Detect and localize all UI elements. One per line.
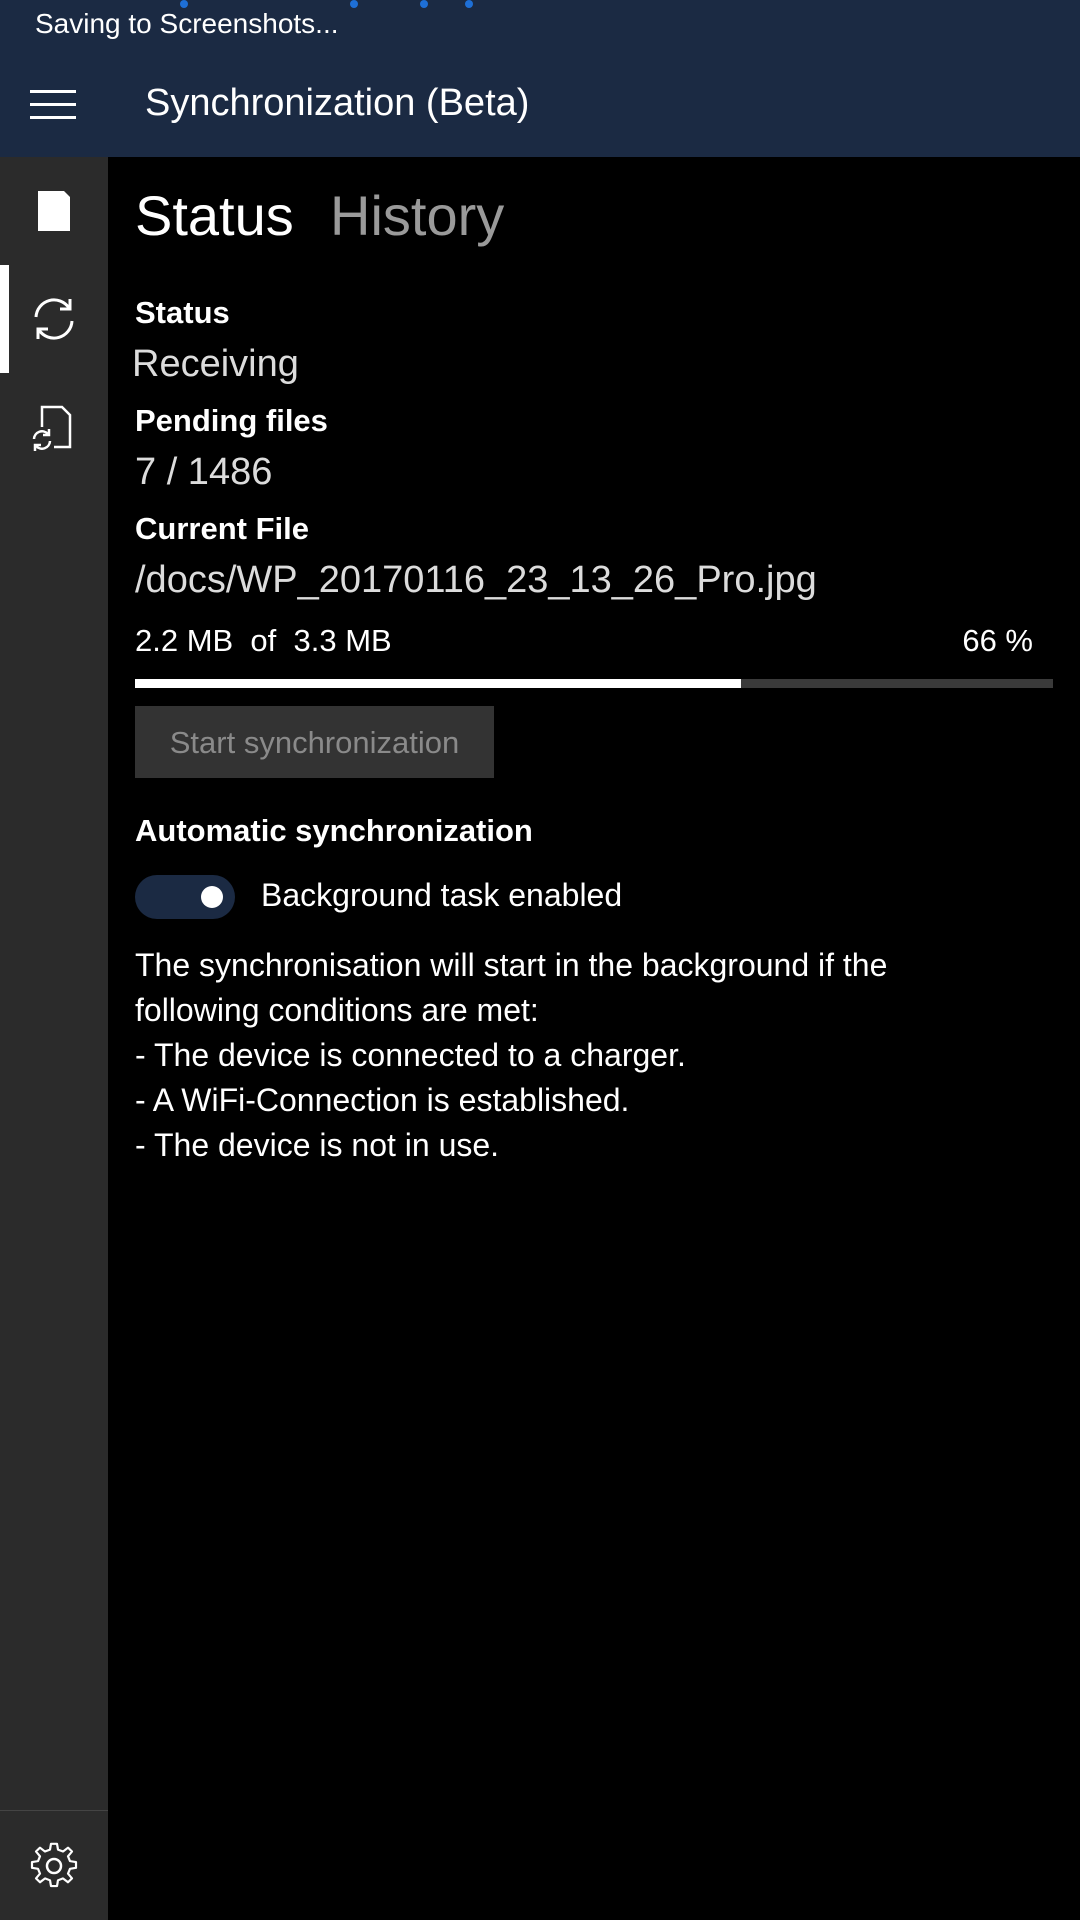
rail-item-sync-files[interactable]	[0, 373, 108, 481]
transfer-size-text: 2.2 MB of 3.3 MB	[135, 623, 392, 658]
sync-file-icon	[32, 405, 72, 451]
tab-history[interactable]: History	[330, 183, 504, 248]
file-progress-bar	[135, 679, 1053, 688]
gear-icon	[30, 1842, 78, 1888]
status-label: Status	[135, 295, 230, 330]
transfer-percent-text: 66 %	[962, 623, 1033, 658]
settings-button[interactable]	[0, 1812, 108, 1920]
background-task-label: Background task enabled	[261, 877, 623, 913]
page-title: Synchronization (Beta)	[145, 82, 530, 124]
pending-files-label: Pending files	[135, 403, 328, 438]
rail-item-documents[interactable]	[0, 157, 108, 265]
current-file-label: Current File	[135, 511, 309, 546]
description-line: - The device is connected to a charger.	[135, 1037, 686, 1073]
file-progress-fill	[135, 679, 741, 688]
tab-status[interactable]: Status	[135, 183, 294, 248]
toggle-knob	[201, 886, 223, 908]
description-line: - The device is not in use.	[135, 1127, 500, 1163]
hamburger-menu-icon[interactable]	[30, 90, 76, 120]
description-line: - A WiFi-Connection is established.	[135, 1082, 630, 1118]
title-bar: Saving to Screenshots... Synchronization…	[0, 0, 1080, 157]
current-file-path: /docs/WP_20170116_23_13_26_Pro.jpg	[135, 559, 817, 601]
sync-icon	[34, 298, 74, 340]
rail-divider	[0, 1810, 108, 1811]
status-value: Receiving	[132, 343, 299, 385]
sync-conditions-description: The synchronisation will start in the ba…	[135, 943, 1035, 1168]
document-icon	[38, 191, 70, 231]
pending-files-value: 7 / 1486	[135, 451, 273, 493]
description-line: following conditions are met:	[135, 992, 539, 1028]
description-line: The synchronisation will start in the ba…	[135, 947, 888, 983]
saving-status-text: Saving to Screenshots...	[35, 8, 339, 39]
navigation-rail	[0, 157, 108, 1920]
background-task-toggle[interactable]	[135, 875, 235, 919]
start-synchronization-button[interactable]: Start synchronization	[135, 706, 494, 778]
rail-item-sync[interactable]	[0, 265, 108, 373]
app-screen: Saving to Screenshots... Synchronization…	[0, 0, 1080, 1920]
automatic-sync-label: Automatic synchronization	[135, 813, 533, 848]
